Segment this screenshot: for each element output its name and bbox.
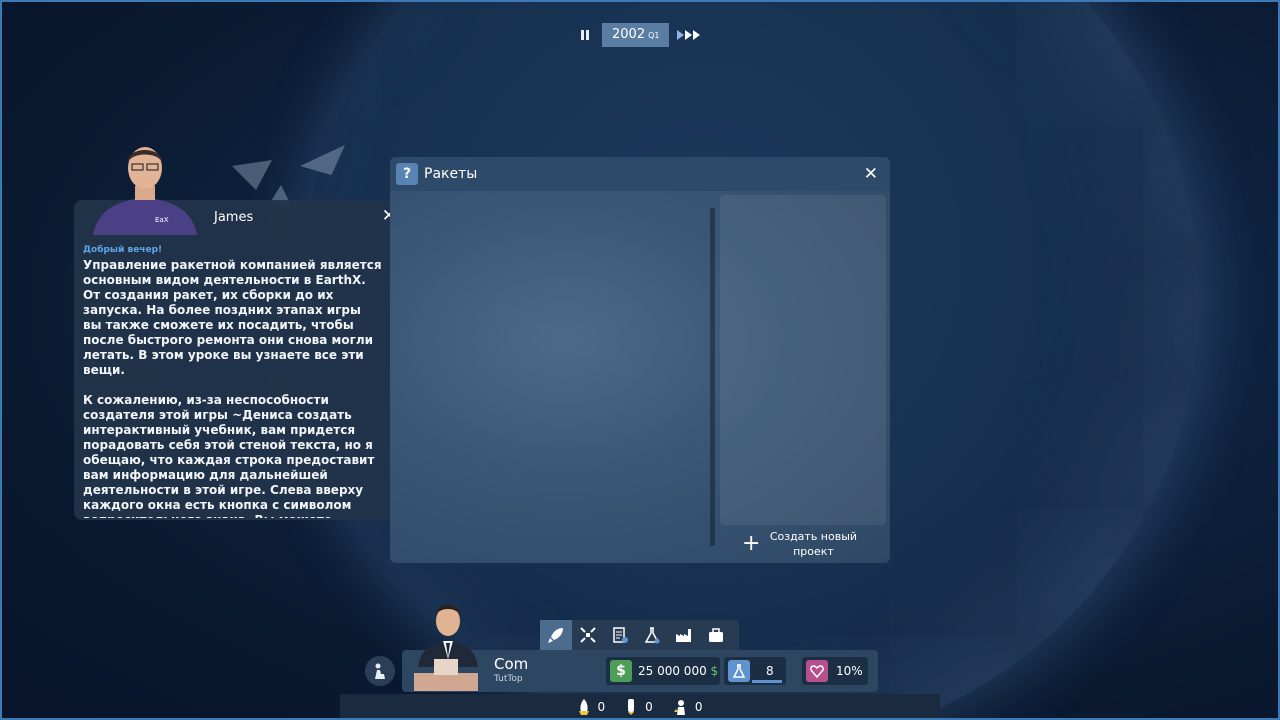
contracts-icon — [613, 627, 628, 643]
projects-list[interactable] — [720, 195, 886, 525]
rockets-window: ? Ракеты ✕ + Создать новый проект — [390, 157, 890, 563]
rocket-icon — [548, 628, 563, 643]
rockets-counter[interactable]: 0 — [578, 699, 606, 715]
advisor-name: James — [214, 210, 254, 225]
rockets-count: 0 — [597, 700, 606, 714]
boosters-counter[interactable]: 0 — [625, 699, 653, 715]
money-amount: 25 000 000 — [638, 664, 707, 678]
advisor-paragraph: К сожалению, из-за неспособности создате… — [83, 393, 375, 518]
briefcase-icon — [709, 628, 723, 642]
plus-icon: + — [742, 531, 761, 556]
ceo-avatar — [414, 605, 478, 691]
boosters-count: 0 — [645, 700, 653, 714]
scrollbar[interactable] — [710, 208, 715, 546]
advisor-message[interactable]: Добрый вечер! Управление ракетной компан… — [83, 244, 383, 518]
tab-research[interactable] — [636, 620, 668, 650]
tab-satellites[interactable] — [572, 620, 604, 650]
booster-icon — [628, 699, 635, 715]
company-name: Com — [494, 655, 529, 673]
tab-contracts[interactable] — [604, 620, 636, 650]
money-currency: $ — [710, 664, 719, 678]
management-tabs — [540, 620, 739, 650]
tab-factory[interactable] — [668, 620, 700, 650]
advisor-panel: James ✕ Добрый вечер! Управление ракетно… — [74, 200, 406, 520]
staff-button[interactable] — [365, 656, 395, 686]
fast-forward-button[interactable] — [677, 30, 701, 40]
company-subtitle: TutTop — [494, 674, 523, 684]
science-progress-bar — [752, 680, 782, 683]
heart-badge-icon — [806, 660, 828, 682]
year-label: 2002 — [612, 27, 646, 42]
svg-text:EaX: EaX — [155, 216, 169, 224]
bottom-counters: 0 0 0 — [340, 694, 940, 720]
advisor-paragraph: Управление ракетной компанией является о… — [83, 258, 382, 377]
rocket-icon — [578, 699, 589, 715]
science-display[interactable]: 8 — [724, 657, 786, 685]
close-icon[interactable]: ✕ — [864, 164, 878, 184]
flask-icon — [728, 660, 750, 682]
advisor-avatar: EaX — [93, 147, 197, 235]
astronauts-count: 0 — [694, 700, 703, 714]
reputation-display[interactable]: 10% — [802, 657, 868, 685]
astronauts-counter[interactable]: 0 — [673, 699, 703, 715]
research-icon — [644, 627, 660, 644]
money-value: 25 000 000 $ — [638, 664, 718, 678]
reputation-value: 10% — [836, 664, 863, 678]
tab-business[interactable] — [700, 620, 732, 650]
create-project-button[interactable]: + Создать новый проект — [742, 529, 858, 559]
tab-rockets[interactable] — [540, 620, 572, 650]
time-controls: 2002 Q1 — [576, 23, 701, 47]
help-button[interactable]: ? — [396, 163, 418, 185]
debris-shard — [232, 160, 272, 190]
factory-icon — [676, 629, 691, 642]
satellite-icon — [580, 627, 596, 643]
create-project-label: Создать новый проект — [769, 530, 858, 558]
money-icon: $ — [610, 660, 632, 682]
window-header: ? Ракеты ✕ — [390, 157, 890, 191]
astronaut-icon — [673, 700, 685, 715]
science-value: 8 — [766, 664, 774, 678]
date-display: 2002 Q1 — [602, 23, 670, 47]
advisor-greeting: Добрый вечер! — [83, 245, 163, 255]
money-display[interactable]: $ 25 000 000 $ — [606, 657, 720, 685]
quarter-label: Q1 — [648, 31, 660, 40]
pause-button[interactable] — [576, 23, 594, 47]
worker-icon — [375, 663, 385, 679]
window-title: Ракеты — [424, 166, 478, 182]
